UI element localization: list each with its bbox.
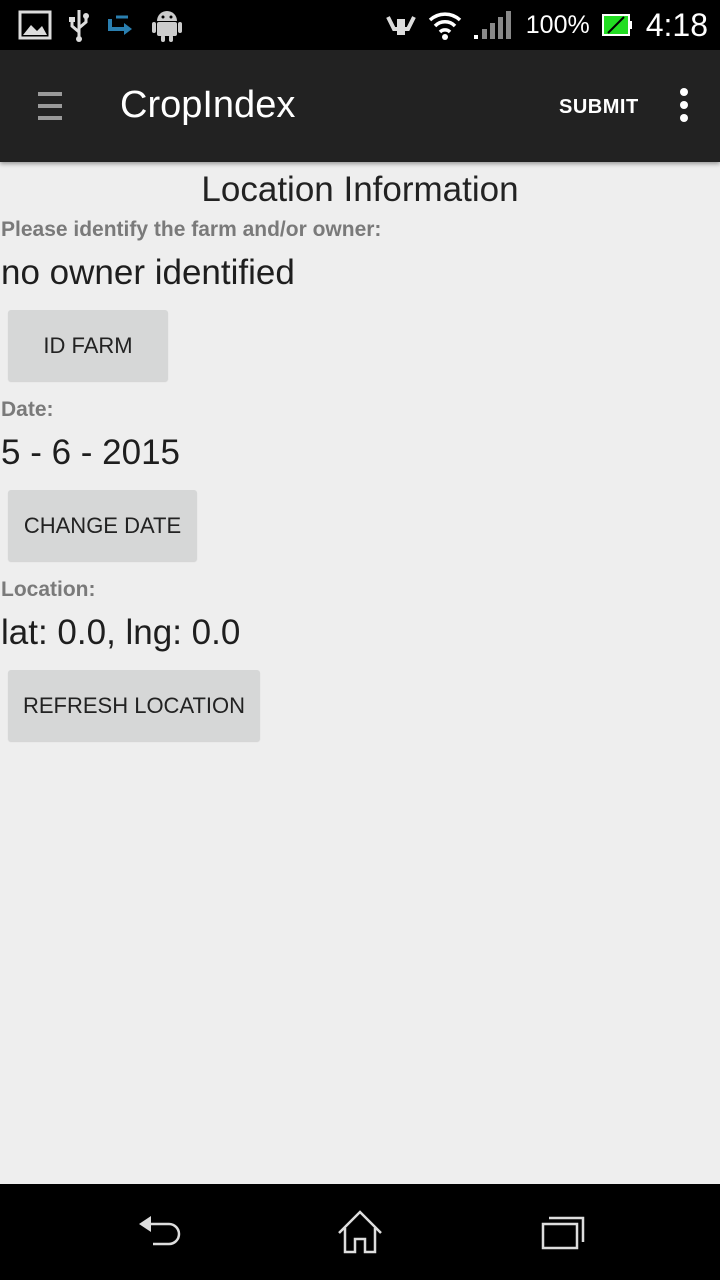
date-label: Date:	[1, 398, 54, 421]
transfer-icon	[106, 13, 136, 37]
system-icons: 100% 4:18	[374, 0, 708, 50]
battery-percent: 100%	[525, 10, 590, 39]
home-icon[interactable]	[330, 1204, 390, 1260]
overflow-menu-icon[interactable]	[678, 88, 690, 126]
vibrate-icon	[385, 11, 416, 39]
submit-button[interactable]: SUBMIT	[559, 96, 639, 119]
navigation-bar	[0, 1184, 720, 1280]
clock: 4:18	[645, 6, 708, 43]
app-title: CropIndex	[120, 84, 296, 126]
refresh-location-button[interactable]: REFRESH LOCATION	[8, 670, 260, 741]
usb-icon	[68, 8, 90, 42]
gallery-icon	[18, 9, 52, 41]
wifi-icon	[428, 10, 462, 40]
location-value: lat: 0.0, lng: 0.0	[1, 613, 241, 652]
owner-value: no owner identified	[1, 253, 295, 292]
android-icon	[152, 8, 182, 42]
back-icon[interactable]	[130, 1204, 190, 1260]
change-date-button[interactable]: CHANGE DATE	[8, 490, 197, 561]
id-farm-button[interactable]: ID FARM	[8, 310, 168, 381]
recents-icon[interactable]	[530, 1204, 590, 1260]
notification-icons	[18, 8, 198, 42]
page-title: Location Information	[201, 170, 519, 209]
battery-icon	[601, 13, 632, 37]
drawer-menu-icon[interactable]	[38, 92, 62, 122]
action-bar: CropIndex SUBMIT	[0, 50, 720, 162]
status-bar: 100% 4:18	[0, 0, 720, 50]
farm-prompt-label: Please identify the farm and/or owner:	[1, 218, 382, 241]
signal-icon	[473, 10, 514, 40]
location-label: Location:	[1, 578, 96, 601]
date-value: 5 - 6 - 2015	[1, 433, 180, 472]
